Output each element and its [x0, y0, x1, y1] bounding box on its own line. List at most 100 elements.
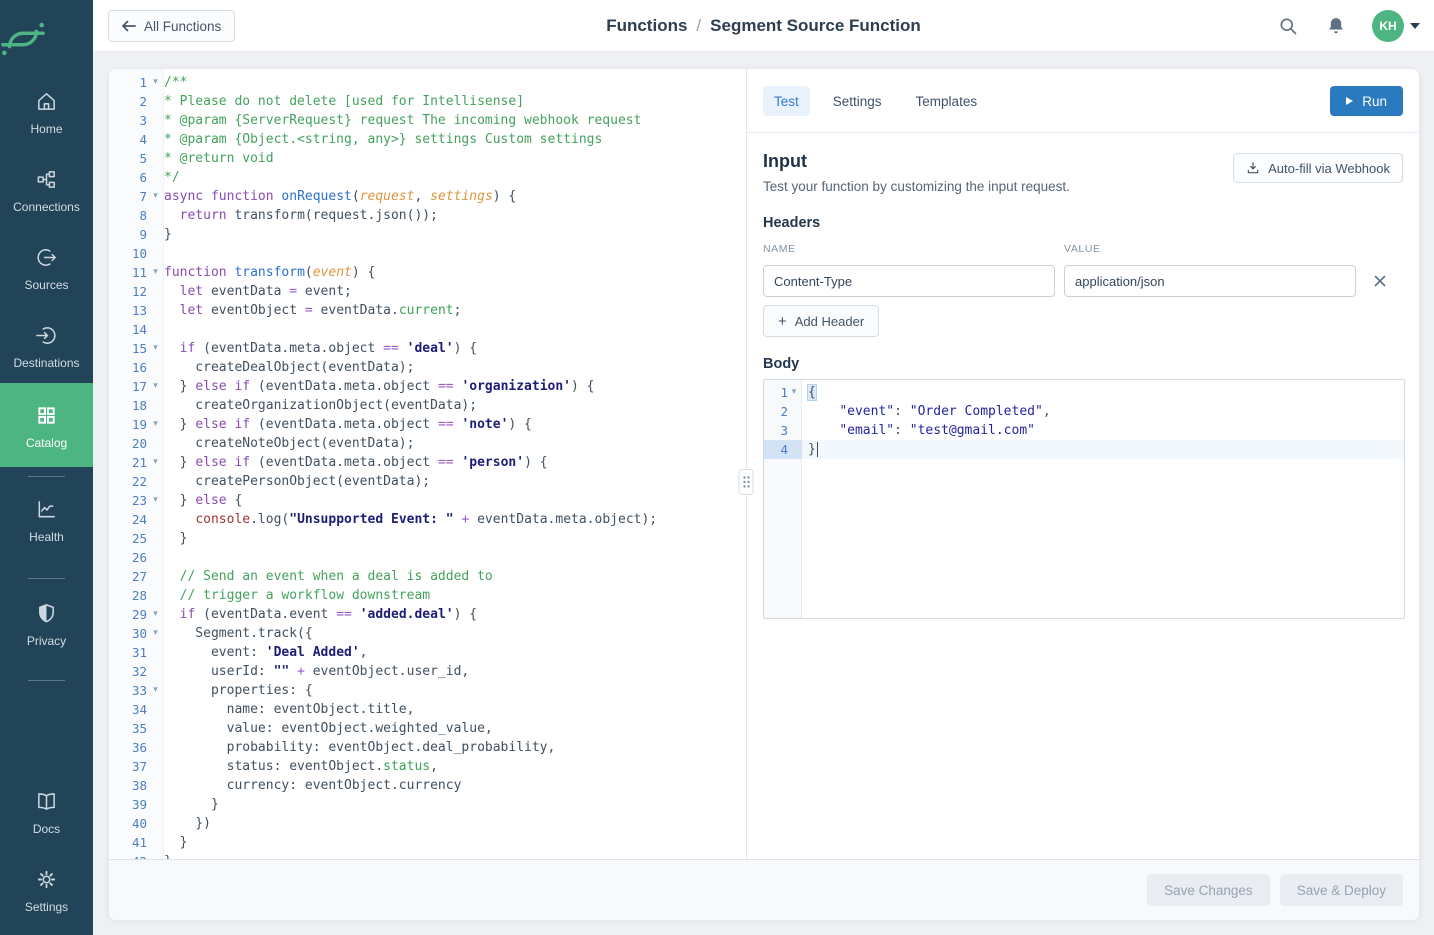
code-line[interactable]: 29▾ if (eventData.event == 'added.deal')… — [109, 605, 746, 624]
code-line[interactable]: 41 } — [109, 833, 746, 852]
tab-settings[interactable]: Settings — [822, 86, 893, 116]
fold-arrow-icon[interactable]: ▾ — [147, 339, 164, 358]
code-line[interactable]: 10 — [109, 244, 746, 263]
autofill-via-webhook-button[interactable]: Auto-fill via Webhook — [1233, 153, 1403, 183]
line-gutter: 1▾ — [109, 73, 164, 92]
fold-arrow-icon[interactable]: ▾ — [147, 624, 164, 643]
line-number: 25 — [109, 529, 147, 548]
fold-arrow-icon[interactable]: ▾ — [147, 73, 164, 92]
line-number: 34 — [109, 700, 147, 719]
code-line[interactable]: 40 }) — [109, 814, 746, 833]
line-number: 36 — [109, 738, 147, 757]
remove-header-icon[interactable] — [1371, 272, 1389, 290]
code-line[interactable]: 16 createDealObject(eventData); — [109, 358, 746, 377]
code-line[interactable]: 28 // trigger a workflow downstream — [109, 586, 746, 605]
code-line[interactable]: 12 let eventData = event; — [109, 282, 746, 301]
sidebar-item-health[interactable]: Health — [0, 498, 93, 544]
code-line[interactable]: 22 createPersonObject(eventData); — [109, 472, 746, 491]
code-line[interactable]: 32 userId: "" + eventObject.user_id, — [109, 662, 746, 681]
code-line[interactable]: 27 // Send an event when a deal is added… — [109, 567, 746, 586]
code-line[interactable]: 31 event: 'Deal Added', — [109, 643, 746, 662]
code-line[interactable]: 13 let eventObject = eventData.current; — [109, 301, 746, 320]
code-line[interactable]: 23▾ } else { — [109, 491, 746, 510]
code-line[interactable]: 2 "event": "Order Completed", — [764, 402, 1404, 421]
segment-logo-icon[interactable] — [0, 16, 93, 62]
fold-arrow-icon[interactable]: ▾ — [147, 453, 164, 472]
code-line[interactable]: 3 "email": "test@gmail.com" — [764, 421, 1404, 440]
code-line[interactable]: 3* @param {ServerRequest} request The in… — [109, 111, 746, 130]
code-line[interactable]: 42} — [109, 852, 746, 859]
code-line[interactable]: 24 console.log("Unsupported Event: " + e… — [109, 510, 746, 529]
code-line[interactable]: 7▾async function onRequest(request, sett… — [109, 187, 746, 206]
code-line[interactable]: 1▾{ — [764, 383, 1404, 402]
code-line[interactable]: 6*/ — [109, 168, 746, 187]
sidebar-item-connections[interactable]: Connections — [0, 168, 93, 214]
fold-arrow-icon[interactable]: ▾ — [147, 415, 164, 434]
save-deploy-button[interactable]: Save & Deploy — [1280, 874, 1403, 906]
line-gutter: 2 — [764, 402, 802, 421]
code-line[interactable]: 14 — [109, 320, 746, 339]
chevron-down-icon[interactable] — [1410, 23, 1420, 29]
sidebar-item-docs[interactable]: Docs — [0, 790, 93, 836]
header-name-input[interactable] — [763, 265, 1055, 297]
fold-arrow-icon[interactable]: ▾ — [147, 605, 164, 624]
sidebar-item-privacy[interactable]: Privacy — [0, 602, 93, 648]
fold-arrow-icon[interactable]: ▾ — [147, 187, 164, 206]
settings-icon — [35, 868, 58, 892]
sidebar-item-catalog[interactable]: Catalog — [0, 383, 93, 467]
code-line[interactable]: 9} — [109, 225, 746, 244]
code-line[interactable]: 36 probability: eventObject.deal_probabi… — [109, 738, 746, 757]
code-line[interactable]: 30▾ Segment.track({ — [109, 624, 746, 643]
tab-test[interactable]: Test — [763, 86, 810, 116]
code-line[interactable]: 37 status: eventObject.status, — [109, 757, 746, 776]
code-line[interactable]: 11▾function transform(event) { — [109, 263, 746, 282]
search-icon[interactable] — [1274, 12, 1302, 40]
code-line[interactable]: 38 currency: eventObject.currency — [109, 776, 746, 795]
code-line[interactable]: 18 createOrganizationObject(eventData); — [109, 396, 746, 415]
line-number: 3 — [109, 111, 147, 130]
avatar[interactable]: KH — [1372, 10, 1404, 42]
code-line[interactable]: 33▾ properties: { — [109, 681, 746, 700]
code-line[interactable]: 17▾ } else if (eventData.meta.object == … — [109, 377, 746, 396]
line-number: 38 — [109, 776, 147, 795]
header-value-input[interactable] — [1064, 265, 1356, 297]
fold-arrow-icon[interactable]: ▾ — [147, 263, 164, 282]
code-line-text: "email": "test@gmail.com" — [802, 421, 1035, 440]
all-functions-back-button[interactable]: All Functions — [108, 10, 235, 42]
breadcrumb-functions[interactable]: Functions — [606, 16, 687, 36]
run-button[interactable]: Run — [1330, 86, 1403, 116]
code-line[interactable]: 25 } — [109, 529, 746, 548]
code-line[interactable]: 15▾ if (eventData.meta.object == 'deal')… — [109, 339, 746, 358]
sidebar-item-sources[interactable]: Sources — [0, 246, 93, 292]
code-line[interactable]: 4} — [764, 440, 1404, 459]
code-line[interactable]: 39 } — [109, 795, 746, 814]
line-gutter: 14 — [109, 320, 164, 339]
sidebar-item-label: Catalog — [0, 436, 93, 450]
code-line[interactable]: 1▾/** — [109, 73, 746, 92]
code-line[interactable]: 21▾ } else if (eventData.meta.object == … — [109, 453, 746, 472]
code-line[interactable]: 34 name: eventObject.title, — [109, 700, 746, 719]
code-line-text: } — [164, 833, 187, 852]
fold-arrow-icon[interactable]: ▾ — [147, 377, 164, 396]
sidebar-item-home[interactable]: Home — [0, 90, 93, 136]
add-header-button[interactable]: + Add Header — [763, 305, 879, 337]
body-editor[interactable]: 1▾{2 "event": "Order Completed",3 "email… — [763, 379, 1405, 619]
sidebar-item-destinations[interactable]: Destinations — [0, 324, 93, 370]
fold-arrow-icon[interactable]: ▾ — [147, 491, 164, 510]
sidebar-item-settings[interactable]: Settings — [0, 868, 93, 914]
bell-icon[interactable] — [1322, 12, 1350, 40]
code-line[interactable]: 8 return transform(request.json()); — [109, 206, 746, 225]
code-line[interactable]: 4* @param {Object.<string, any>} setting… — [109, 130, 746, 149]
code-editor[interactable]: 1▾/**2* Please do not delete [used for I… — [109, 69, 746, 859]
fold-arrow-icon[interactable]: ▾ — [147, 681, 164, 700]
code-line[interactable]: 19▾ } else if (eventData.meta.object == … — [109, 415, 746, 434]
tab-templates[interactable]: Templates — [905, 86, 989, 116]
code-line[interactable]: 35 value: eventObject.weighted_value, — [109, 719, 746, 738]
code-line[interactable]: 2* Please do not delete [used for Intell… — [109, 92, 746, 111]
code-line[interactable]: 26 — [109, 548, 746, 567]
save-changes-button[interactable]: Save Changes — [1147, 874, 1270, 906]
code-line[interactable]: 5* @return void — [109, 149, 746, 168]
code-line[interactable]: 20 createNoteObject(eventData); — [109, 434, 746, 453]
fold-arrow-icon[interactable]: ▾ — [788, 383, 800, 402]
breadcrumb-separator: / — [696, 16, 701, 36]
